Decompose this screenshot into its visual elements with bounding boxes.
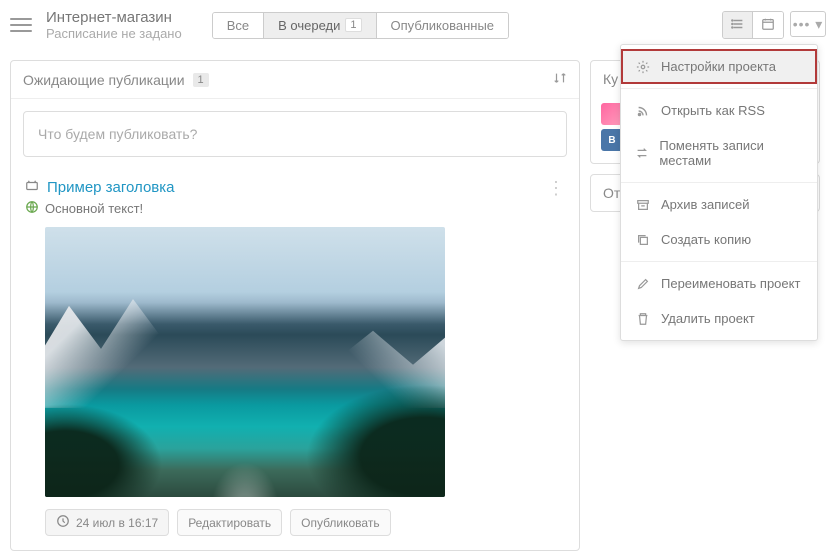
globe-icon <box>25 200 39 217</box>
calendar-icon <box>761 17 775 34</box>
swap-icon <box>635 146 649 160</box>
clock-icon <box>56 514 70 531</box>
rss-icon <box>635 104 651 118</box>
post-more-button[interactable]: ⋮ <box>547 186 565 190</box>
queue-title: Ожидающие публикации <box>23 72 185 88</box>
menu-archive-label: Архив записей <box>661 197 750 212</box>
post-body: Основной текст! <box>45 201 143 216</box>
queue-count: 1 <box>193 73 209 87</box>
menu-swap-label: Поменять записи местами <box>659 138 803 168</box>
post-card: Пример заголовка ⋮ Основной текст! 2 <box>11 169 579 550</box>
filter-tabs: Все В очереди 1 Опубликованные <box>212 12 509 39</box>
edit-button[interactable]: Редактировать <box>177 509 282 536</box>
post-image[interactable] <box>45 227 445 497</box>
sort-button[interactable] <box>553 71 567 88</box>
menu-archive[interactable]: Архив записей <box>621 187 817 222</box>
menu-rss[interactable]: Открыть как RSS <box>621 93 817 128</box>
post-title[interactable]: Пример заголовка <box>47 179 175 196</box>
sort-icon <box>553 74 567 88</box>
gear-icon <box>635 60 651 74</box>
menu-delete[interactable]: Удалить проект <box>621 301 817 336</box>
project-title: Интернет-магазин <box>46 9 182 26</box>
tab-queue[interactable]: В очереди 1 <box>264 13 376 38</box>
menu-copy[interactable]: Создать копию <box>621 222 817 257</box>
menu-rename-label: Переименовать проект <box>661 276 800 291</box>
project-menu: Настройки проекта Открыть как RSS Поменя… <box>620 44 818 341</box>
menu-settings[interactable]: Настройки проекта <box>621 49 817 84</box>
project-header: Интернет-магазин Расписание не задано <box>46 9 182 41</box>
post-time-label: 24 июл в 16:17 <box>76 516 158 530</box>
menu-copy-label: Создать копию <box>661 232 751 247</box>
publish-button[interactable]: Опубликовать <box>290 509 390 536</box>
tab-queue-count: 1 <box>345 18 361 32</box>
menu-rename[interactable]: Переименовать проект <box>621 266 817 301</box>
trash-icon <box>635 312 651 326</box>
queue-panel: Ожидающие публикации 1 Что будем публико… <box>10 60 580 551</box>
menu-swap[interactable]: Поменять записи местами <box>621 128 817 178</box>
pencil-icon <box>635 277 651 291</box>
list-view-button[interactable] <box>723 12 753 38</box>
schedule-subtitle: Расписание не задано <box>46 26 182 41</box>
ellipsis-icon: ••• ▾ <box>793 16 824 33</box>
copy-icon <box>635 233 651 247</box>
menu-rss-label: Открыть как RSS <box>661 103 765 118</box>
menu-delete-label: Удалить проект <box>661 311 755 326</box>
menu-toggle[interactable] <box>10 14 32 36</box>
tab-queue-label: В очереди <box>278 18 340 33</box>
post-time[interactable]: 24 июл в 16:17 <box>45 509 169 536</box>
calendar-view-button[interactable] <box>753 12 783 38</box>
view-switcher <box>722 11 784 39</box>
composer-input[interactable]: Что будем публиковать? <box>23 111 567 157</box>
list-icon <box>731 17 745 34</box>
post-type-icon <box>25 179 39 196</box>
tab-all[interactable]: Все <box>213 13 264 38</box>
more-menu-button[interactable]: ••• ▾ <box>790 11 826 37</box>
tab-published[interactable]: Опубликованные <box>377 13 509 38</box>
archive-icon <box>635 198 651 212</box>
menu-settings-label: Настройки проекта <box>661 59 776 74</box>
